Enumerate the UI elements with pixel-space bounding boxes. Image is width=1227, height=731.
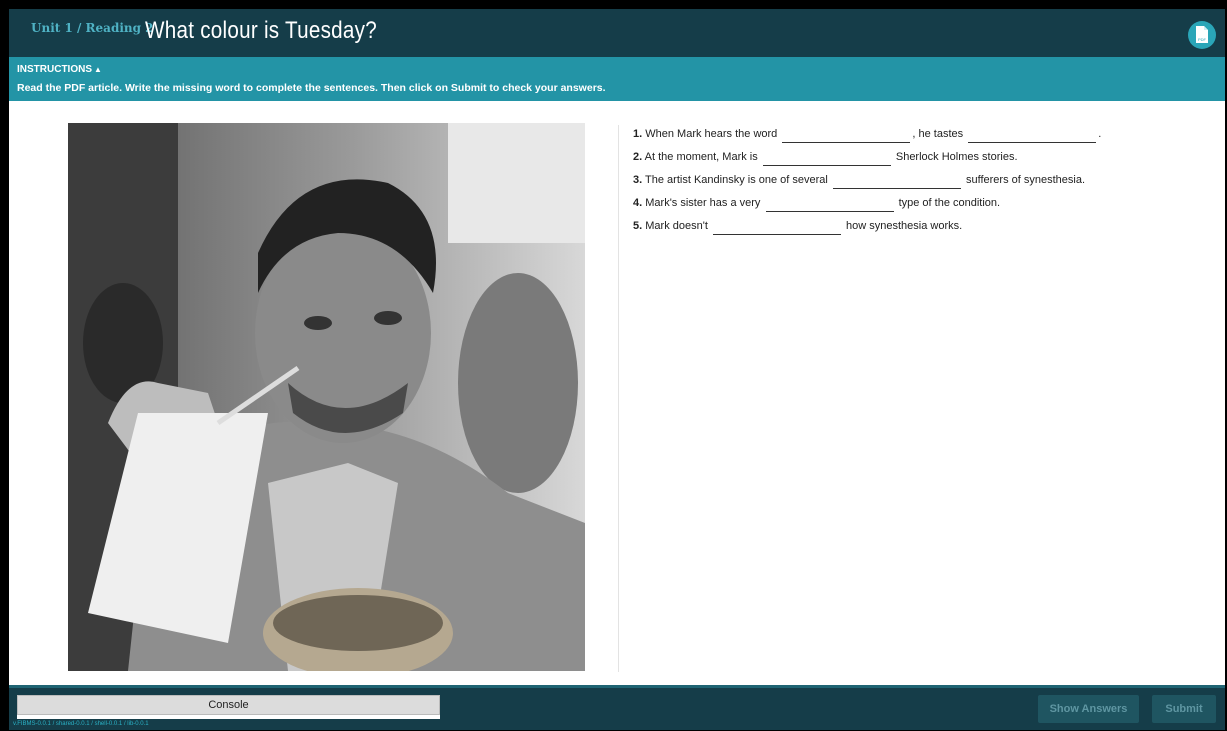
question-text: Mark doesn't bbox=[645, 220, 708, 232]
instructions-toggle[interactable]: INSTRUCTIONS ▲ bbox=[17, 64, 102, 75]
answer-input-1b[interactable] bbox=[968, 128, 1097, 143]
version-text: v.FIBMS-0.0.1 / shared-0.0.1 / shell-0.0… bbox=[13, 721, 149, 727]
activity-window: Unit 1 / Reading 2 What colour is Tuesda… bbox=[9, 9, 1225, 730]
question-text: type of the condition. bbox=[898, 197, 1001, 209]
collapse-arrow-icon: ▲ bbox=[94, 65, 102, 74]
answer-input-4[interactable] bbox=[765, 197, 894, 212]
question-text: . bbox=[1098, 128, 1102, 140]
question-2: 2. At the moment, Mark is Sherlock Holme… bbox=[633, 148, 1101, 171]
question-number: 3. bbox=[633, 174, 643, 186]
question-1: 1. When Mark hears the word , he tastes … bbox=[633, 125, 1101, 148]
question-number: 1. bbox=[633, 128, 643, 140]
show-answers-button[interactable]: Show Answers bbox=[1038, 695, 1139, 723]
question-5: 5. Mark doesn't how synesthesia works. bbox=[633, 217, 1101, 240]
question-text: At the moment, Mark is bbox=[644, 151, 758, 163]
instructions-title: INSTRUCTIONS bbox=[17, 64, 92, 75]
instructions-panel: INSTRUCTIONS ▲ Read the PDF article. Writ… bbox=[9, 57, 1225, 101]
answer-input-2[interactable] bbox=[762, 151, 891, 166]
question-text: Mark's sister has a very bbox=[645, 197, 761, 209]
breadcrumb: Unit 1 / Reading 2 bbox=[31, 21, 154, 35]
question-text: , he tastes bbox=[912, 128, 964, 140]
questions-list: 1. When Mark hears the word , he tastes … bbox=[633, 125, 1101, 240]
question-text: The artist Kandinsky is one of several bbox=[645, 174, 828, 186]
question-number: 4. bbox=[633, 197, 643, 209]
answer-input-5[interactable] bbox=[712, 220, 841, 235]
column-divider bbox=[618, 125, 619, 672]
question-text: sufferers of synesthesia. bbox=[965, 174, 1086, 186]
console-output bbox=[17, 715, 440, 719]
instructions-text: Read the PDF article. Write the missing … bbox=[17, 82, 606, 94]
question-text: how synesthesia works. bbox=[846, 220, 963, 232]
submit-button[interactable]: Submit bbox=[1152, 695, 1216, 723]
footer-bar: Console v.FIBMS-0.0.1 / shared-0.0.1 / s… bbox=[9, 685, 1225, 730]
article-photo bbox=[68, 123, 585, 671]
pdf-button[interactable]: PDF bbox=[1188, 21, 1216, 49]
question-3: 3. The artist Kandinsky is one of severa… bbox=[633, 171, 1101, 194]
pdf-icon: PDF bbox=[1196, 26, 1208, 43]
question-text: When Mark hears the word bbox=[645, 128, 778, 140]
page-title: What colour is Tuesday? bbox=[145, 17, 377, 44]
console-button[interactable]: Console bbox=[17, 695, 440, 715]
answer-input-1a[interactable] bbox=[782, 128, 911, 143]
question-number: 2. bbox=[633, 151, 643, 163]
answer-input-3[interactable] bbox=[832, 174, 961, 189]
question-4: 4. Mark's sister has a very type of the … bbox=[633, 194, 1101, 217]
question-number: 5. bbox=[633, 220, 643, 232]
question-text: Sherlock Holmes stories. bbox=[895, 151, 1018, 163]
pdf-icon-label: PDF bbox=[1198, 37, 1207, 42]
header-bar: Unit 1 / Reading 2 What colour is Tuesda… bbox=[9, 9, 1225, 57]
